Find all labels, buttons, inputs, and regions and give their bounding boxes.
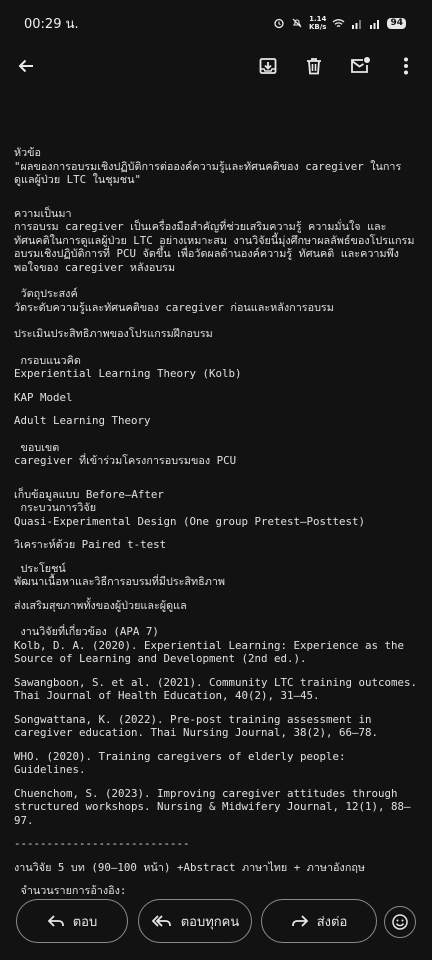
scope-label: ขอบเขต — [14, 440, 60, 454]
reply-all-label: ตอบทุกคน — [180, 914, 240, 930]
reference-item: Sawangboon, S. et al. (2021). Community … — [14, 675, 424, 703]
reply-all-button[interactable]: ตอบทุกคน — [138, 899, 252, 943]
data-collection-text: เก็บข้อมูลแบบ Before–After — [14, 487, 164, 501]
more-options-button[interactable] — [394, 54, 418, 78]
back-button[interactable] — [14, 54, 38, 78]
battery-indicator: 94 — [387, 17, 406, 29]
framework-label: กรอบแนวคิด — [14, 353, 81, 367]
method-text: Quasi-Experimental Design (One group Pre… — [14, 514, 366, 528]
framework-item: Adult Learning Theory — [14, 414, 151, 427]
mark-unread-button[interactable] — [348, 54, 372, 78]
reference-item: WHO. (2020). Training caregivers of elde… — [14, 749, 353, 777]
mail-unread-icon — [351, 57, 370, 73]
topic-text: "ผลของการอบรมเชิงปฏิบัติการต่อองค์ความรู… — [14, 159, 402, 187]
wifi-icon — [333, 18, 345, 27]
trash-icon — [307, 58, 321, 75]
objective-item: ประเมินประสิทธิภาพของโปรแกรมฝึกอบรม — [14, 327, 213, 340]
net-speed: 1.14 KB/s — [308, 15, 327, 31]
method-label: กระบวนการวิจัย — [14, 501, 97, 514]
reference-item: Chuenchom, S. (2023). Improving caregive… — [14, 786, 411, 827]
alarm-icon — [274, 18, 284, 29]
reference-item: Songwattana, K. (2022). Pre-post trainin… — [14, 712, 379, 740]
reference-item: Kolb, D. A. (2020). Experiential Learnin… — [14, 638, 411, 666]
reply-all-icon — [151, 915, 171, 927]
status-icons: 1.14 KB/s 94 — [273, 15, 406, 31]
references-label: งานวิจัยที่เกี่ยวข้อง (APA 7) — [14, 625, 159, 638]
analysis-text: วิเคราะห์ด้วย Paired t-test — [14, 538, 167, 551]
signal-icon-2 — [370, 19, 380, 29]
email-body: หัวข้อ "ผลของการอบรมเชิงปฏิบัติการต่อองค… — [0, 96, 432, 896]
signal-icon — [352, 19, 362, 29]
background-label: ความเป็นมา — [14, 206, 72, 220]
action-bar: ตอบ ตอบทุกคน ส่งต่อ — [0, 894, 432, 960]
emoji-react-icon — [392, 914, 408, 930]
framework-item: Experiential Learning Theory (Kolb) — [14, 367, 242, 380]
divider-line: --------------------------- — [14, 837, 190, 850]
mute-icon — [292, 18, 302, 28]
framework-item: KAP Model — [14, 390, 73, 404]
benefit-item: ส่งเสริมสุขภาพทั้งของผู้ป่วยและผู้ดูแล — [14, 598, 187, 612]
chapters-text: งานวิจัย 5 บท (90–100 หน้า) +Abstract ภา… — [14, 860, 366, 874]
background-text: การอบรม caregiver เป็นเครื่องมือสำคัญที่… — [14, 220, 415, 274]
status-bar: 00:29 น. 1.14 KB/s 94 — [0, 0, 432, 46]
reply-icon — [47, 915, 64, 927]
email-toolbar — [0, 46, 432, 86]
benefit-label: ประโยชน์ — [14, 561, 66, 575]
more-vert-icon — [404, 57, 408, 75]
scope-text: caregiver ที่เข้าร่วมโครงการอบรมของ PCU — [14, 454, 237, 467]
emoji-react-button[interactable] — [384, 906, 416, 938]
benefit-item: พัฒนาเนื้อหาและวิธีการอบรมที่มีประสิทธิภ… — [14, 575, 226, 588]
objective-label: วัตถุประสงค์ — [14, 287, 78, 300]
archive-button[interactable] — [256, 54, 280, 78]
forward-icon — [291, 915, 308, 927]
archive-icon — [259, 58, 277, 74]
status-time: 00:29 น. — [24, 16, 79, 32]
delete-button[interactable] — [302, 54, 326, 78]
reply-label: ตอบ — [72, 914, 98, 930]
reply-button[interactable]: ตอบ — [16, 899, 128, 943]
forward-button[interactable]: ส่งต่อ — [261, 899, 377, 943]
objective-item: วัดระดับความรู้และทัศนคติของ caregiver ก… — [14, 300, 334, 314]
topic-label: หัวข้อ — [14, 146, 42, 159]
arrow-left-icon — [18, 59, 33, 73]
forward-label: ส่งต่อ — [316, 914, 348, 930]
